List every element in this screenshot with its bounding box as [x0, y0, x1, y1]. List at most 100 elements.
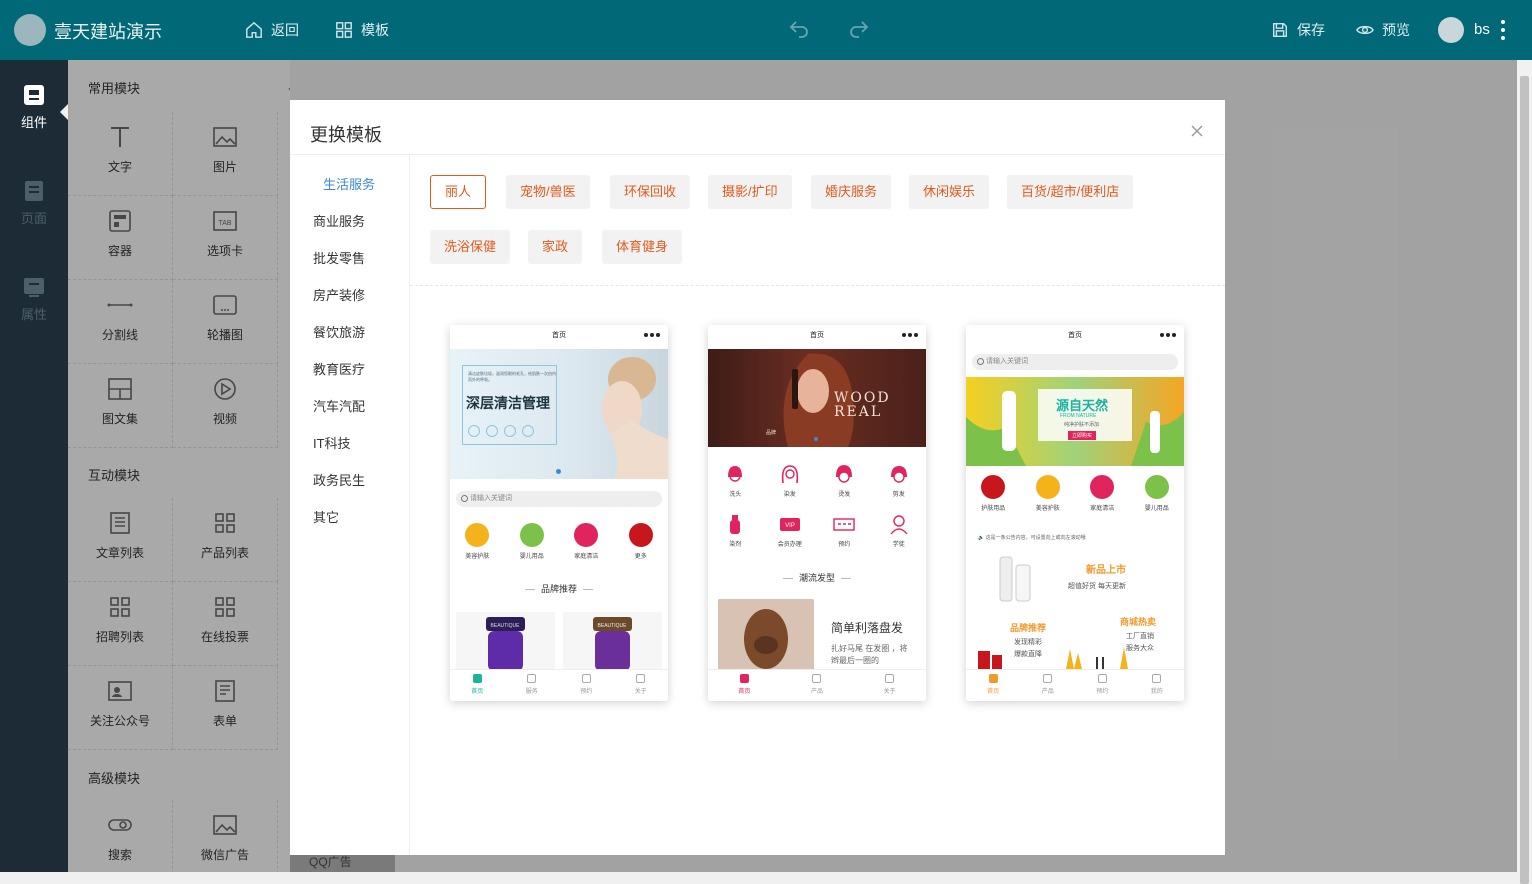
phone-banner: 清洁皮肤垃圾，滋润您眼的毛孔，给肌肤一次由内而外的呼吸。 深层清洁管理 — [450, 349, 668, 479]
brand-title: 品牌推荐 — [1010, 623, 1047, 633]
banner-en: FROM NATURE — [1060, 413, 1097, 419]
article-image — [718, 599, 814, 671]
preview-button[interactable]: 预览 — [1356, 20, 1410, 40]
category-item[interactable]: 汽车汽配 — [313, 396, 365, 415]
save-button[interactable]: 保存 — [1271, 20, 1325, 40]
phone-tab: 服务 — [526, 674, 538, 701]
tag-item[interactable]: 百货/超市/便利店 — [1007, 175, 1134, 209]
icon-label: 预约 — [838, 542, 851, 548]
component-icon — [24, 85, 44, 105]
phone-tab-label: 首页 — [738, 689, 751, 695]
template-card[interactable]: 首页 请输入关键词 源自天然 FROM NATURE 纯净护肤不添加 立即购买 … — [966, 325, 1184, 701]
product-jar-text: BEAUTIQUE — [598, 623, 628, 629]
category-item[interactable]: 生活服务 — [323, 174, 375, 193]
phone-header: 首页 — [810, 332, 824, 339]
icon-cell: 染剂 — [711, 513, 759, 548]
icon-cell: VIP 会员办理 — [766, 513, 814, 548]
icon-label: 学徒 — [892, 542, 905, 548]
phone-tab-label: 关于 — [883, 689, 896, 695]
product-jar-image: BEAUTIQUE — [486, 617, 525, 671]
shop-sub1: 工厂直销 — [1126, 633, 1154, 640]
undo-icon[interactable] — [788, 18, 810, 40]
site-logo — [14, 14, 46, 46]
close-icon[interactable] — [1190, 124, 1204, 138]
tag-item[interactable]: 丽人 — [430, 175, 487, 209]
icon-label: 洗头 — [729, 492, 742, 498]
vertical-scrollbar[interactable] — [1517, 60, 1532, 884]
product-strip-image — [978, 647, 1128, 669]
icon-cell: 婴儿用品 — [508, 523, 556, 560]
icon-label: 护肤用品 — [981, 506, 1006, 512]
phone-tab: 我的 — [1151, 674, 1163, 701]
leftbar-pages-label: 页面 — [20, 211, 47, 226]
phone-tab: 首页 — [738, 674, 750, 701]
category-item[interactable]: 商业服务 — [313, 211, 365, 230]
icon-cell: 预约 — [820, 513, 868, 548]
category-item[interactable]: 批发零售 — [313, 248, 365, 267]
section-title: 品牌推荐 — [450, 582, 668, 595]
user-name[interactable]: bs — [1474, 21, 1490, 38]
phone-tab-label: 预约 — [580, 689, 593, 695]
banner-title: 深层清洁管理 — [466, 396, 550, 412]
more-menu-icon[interactable] — [1500, 20, 1506, 40]
save-label: 保存 — [1297, 22, 1325, 38]
tag-item[interactable]: 休闲娱乐 — [909, 175, 990, 209]
site-title: 壹天建站演示 — [54, 22, 162, 42]
hair-icon — [890, 466, 907, 483]
template-label: 模板 — [361, 22, 389, 38]
section-title: 潮流发型 — [708, 571, 926, 584]
category-item[interactable]: 政务民生 — [313, 470, 365, 489]
category-item[interactable]: 其它 — [313, 507, 339, 526]
tag-item[interactable]: 体育健身 — [602, 230, 683, 264]
leftbar-properties-label: 属性 — [20, 307, 47, 322]
grid-icon — [336, 22, 352, 38]
back-button[interactable]: 返回 — [245, 20, 299, 40]
category-item[interactable]: 房产装修 — [313, 285, 365, 304]
template-button[interactable]: 模板 — [335, 20, 389, 40]
category-item[interactable]: 餐饮旅游 — [313, 322, 365, 341]
leftbar-components[interactable]: 组件 — [0, 84, 68, 131]
home-icon — [246, 21, 262, 38]
phone-tab-label: 我的 — [1150, 689, 1163, 695]
leftbar-properties[interactable]: 属性 — [0, 276, 68, 323]
page-icon — [25, 181, 43, 201]
notice-bar: 🔈 这是一条公告内容，可设置向上或向左滚动哦 — [978, 534, 1086, 541]
new-arrival-title: 新品上市 — [1086, 565, 1126, 576]
icon-cell: 洗头 — [711, 463, 759, 498]
category-item[interactable]: 教育医疗 — [313, 359, 365, 378]
calendar-icon — [833, 518, 855, 531]
tag-item[interactable]: 摄影/扩印 — [708, 175, 792, 209]
new-arrival-sub: 超值好货 每天更新 — [1068, 583, 1126, 590]
change-template-modal: 更换模板 生活服务 商业服务 批发零售 房产装修 餐饮旅游 教育医疗 汽车汽配 … — [290, 100, 1225, 855]
redo-icon[interactable] — [848, 18, 870, 40]
phone-banner: 源自天然 FROM NATURE 纯净护肤不添加 立即购买 — [966, 377, 1184, 466]
save-icon — [1272, 22, 1288, 38]
icon-label: 美容护肤 — [465, 554, 490, 560]
tag-item[interactable]: 宠物/兽医 — [506, 175, 590, 209]
back-label: 返回 — [271, 22, 299, 38]
template-card[interactable]: 首页 清洁皮肤垃圾，滋润您眼的毛孔，给肌肤一次由内而外的呼吸。 深层清洁管理 请… — [450, 325, 668, 701]
icon-label: 更多 — [634, 554, 647, 560]
phone-search: 请输入关键词 — [456, 491, 662, 507]
icon-cell: 烫发 — [820, 463, 868, 498]
banner-title: 源自天然 — [1056, 398, 1109, 413]
bottle-icon — [730, 515, 741, 534]
phone-tab: 预约 — [580, 674, 592, 701]
phone-tab-label: 首页 — [471, 689, 484, 695]
tag-item[interactable]: 洗浴保健 — [430, 230, 511, 264]
article-text: 扎好马尾 在发圈 ，将辫最后一圈的 — [831, 644, 908, 665]
eye-icon — [1356, 25, 1374, 35]
module-qq-ad[interactable]: QQ广告 — [309, 853, 352, 870]
category-item[interactable]: IT科技 — [313, 433, 351, 452]
icon-cell: 婴儿用品 — [1133, 475, 1181, 512]
icon-cell: 更多 — [617, 523, 665, 560]
user-avatar[interactable] — [1438, 17, 1464, 43]
template-card[interactable]: 首页 WOOD REAL 品牌 洗头 染发 烫发 剪发 染剂 VIP 会员办理 预… — [708, 325, 926, 701]
person-icon — [890, 515, 908, 535]
tag-item[interactable]: 环保回收 — [610, 175, 691, 209]
tag-item[interactable]: 婚庆服务 — [811, 175, 892, 209]
leftbar-components-label: 组件 — [20, 115, 47, 130]
tag-item[interactable]: 家政 — [528, 230, 583, 264]
banner-button: 立即购买 — [1068, 431, 1097, 440]
leftbar-pages[interactable]: 页面 — [0, 180, 68, 227]
